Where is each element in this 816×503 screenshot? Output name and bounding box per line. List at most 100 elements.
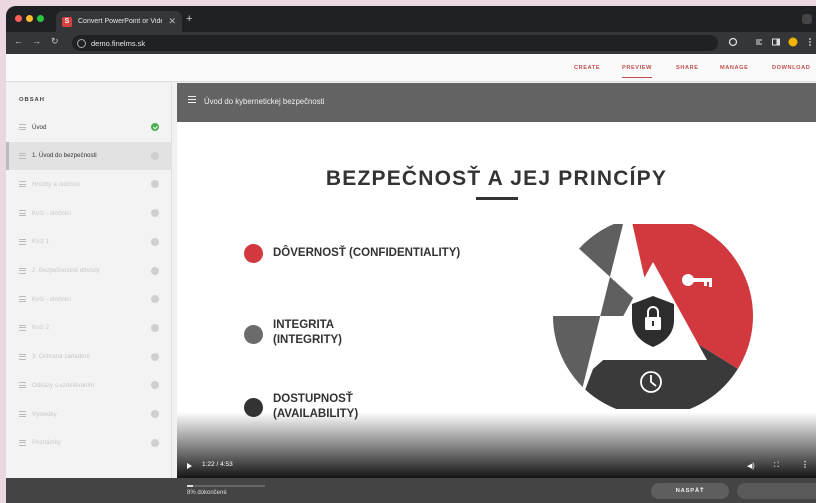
arrows-exchange-icon (572, 272, 598, 295)
lesson-content: Úvod do kybernetickej bezpečnosti BEZPEČ… (6, 83, 816, 503)
list-icon (19, 181, 26, 188)
menu-dots-icon[interactable] (805, 37, 815, 47)
integrity-bullet (244, 325, 263, 344)
next-button[interactable] (737, 483, 816, 499)
list-icon (19, 267, 26, 274)
cia-triad-diagram (553, 224, 753, 409)
lesson-header: Úvod do kybernetickej bezpečnosti (177, 83, 816, 122)
list-icon (19, 439, 26, 446)
volume-icon[interactable]: ◀) (747, 462, 755, 470)
zoom-window-button[interactable] (37, 15, 44, 22)
sidebar-item[interactable]: Kvíz 1 (6, 228, 172, 256)
status-dot-icon (151, 323, 159, 332)
integrity-label: INTEGRITA (INTEGRITY) (273, 319, 342, 346)
course-progress-bar (187, 485, 265, 487)
list-icon (19, 353, 26, 360)
url-text: demo.finelms.sk (91, 38, 146, 48)
sidebar-item-label: Kvíz 2 (32, 324, 50, 332)
back-button[interactable]: NASPÄŤ (651, 483, 729, 499)
slide-title: BEZPEČNOSŤ A JEJ PRINCÍPY (325, 167, 668, 190)
sidebar-item-label: Hrozby a útočníci (32, 180, 80, 188)
sidebar-item[interactable]: Výsledky (6, 400, 172, 428)
status-dot-icon (151, 352, 159, 361)
close-window-button[interactable] (15, 15, 22, 22)
nav-manage[interactable]: MANAGE (720, 65, 748, 71)
top-navigation: CREATE PREVIEW SHARE MANAGE DOWNLOAD (6, 54, 816, 82)
close-tab-icon[interactable]: ✕ (168, 16, 176, 27)
status-dot-icon (151, 438, 159, 447)
status-dot-icon (151, 180, 159, 189)
sidebar-item[interactable]: 2. Bezpečnostné dôvody (6, 257, 172, 285)
progress-label: 8% dokončené (187, 490, 227, 496)
title-underline (476, 197, 518, 200)
course-progress-fill (187, 485, 194, 487)
sidebar-item[interactable]: Kvíz 2 (6, 314, 172, 342)
footer-left-bar (6, 478, 177, 503)
side-panel-icon[interactable] (771, 37, 781, 47)
browser-tab[interactable]: S Convert PowerPoint or Video ✕ (56, 11, 182, 32)
sidebar-item[interactable]: 3. Ochrana zariadení (6, 343, 172, 371)
nav-create[interactable]: CREATE (574, 65, 600, 71)
status-dot-icon (151, 151, 159, 160)
tab-strip: S Convert PowerPoint or Video ✕ + (6, 6, 816, 32)
video-player[interactable]: BEZPEČNOSŤ A JEJ PRINCÍPY DÔVERNOSŤ (CON… (177, 122, 816, 478)
completed-check-icon (151, 123, 159, 131)
sidebar-item[interactable]: Úvod (6, 113, 172, 141)
status-dot-icon (151, 237, 159, 246)
sidebar-item-label: Kvíz - útočníci (32, 295, 71, 303)
sidebar-item-label: 1. Úvod do bezpečnosti (32, 152, 97, 160)
lesson-footer: 8% dokončené NASPÄŤ (177, 478, 816, 503)
status-dot-icon (151, 209, 159, 218)
profile-avatar-icon[interactable] (788, 37, 798, 47)
site-info-icon[interactable] (77, 38, 86, 48)
sidebar-item-label: Úvod (32, 123, 47, 131)
list-icon (19, 324, 26, 331)
status-dot-icon (151, 410, 159, 418)
sidebar-item-label: Kvíz - útočníci (32, 209, 71, 217)
list-icon (19, 296, 26, 303)
tab-title: Convert PowerPoint or Video (78, 18, 163, 25)
confidentiality-bullet (244, 244, 263, 263)
sidebar-item[interactable]: Kvíz - útočníci (6, 199, 172, 227)
sidebar-item[interactable]: Hrozby a útočníci (6, 170, 172, 198)
sidebar-item-label: Odkazy s vzdelávaním (32, 381, 95, 389)
sidebar-item-label: 3. Ochrana zariadení (32, 353, 90, 361)
nav-share[interactable]: SHARE (676, 65, 699, 71)
nav-preview[interactable]: PREVIEW (622, 65, 652, 78)
list-icon (19, 124, 26, 130)
more-options-icon[interactable]: ⋮ (801, 460, 809, 469)
sidebar-item-label: 2. Bezpečnostné dôvody (32, 267, 100, 274)
tab-search-button[interactable] (802, 14, 812, 24)
video-time: 1:22 / 4:53 (202, 461, 233, 468)
lesson-title: Úvod do kybernetickej bezpečnosti (204, 97, 325, 106)
menu-icon[interactable] (188, 96, 196, 103)
extension-icon[interactable] (728, 37, 738, 47)
sidebar-item[interactable]: Poznámky (6, 429, 172, 457)
play-icon[interactable] (187, 463, 192, 469)
sidebar-item-label: Kvíz 1 (32, 238, 50, 246)
nav-download[interactable]: DOWNLOAD (772, 65, 810, 71)
reload-icon[interactable]: ↻ (51, 36, 59, 47)
media-icon[interactable] (755, 37, 765, 47)
outline-heading: OBSAH (19, 97, 45, 103)
list-icon (19, 382, 26, 389)
back-arrow-icon[interactable]: ← (14, 36, 23, 46)
sidebar-item[interactable]: Kvíz - útočníci (6, 285, 172, 313)
list-icon (19, 411, 26, 417)
sidebar-item[interactable]: 1. Úvod do bezpečnosti (6, 141, 172, 170)
address-bar-row: ← → ↻ demo.finelms.sk (6, 32, 816, 54)
status-dot-icon (151, 295, 159, 304)
list-icon (19, 152, 26, 159)
list-icon (19, 238, 26, 245)
sidebar-item[interactable]: Odkazy s vzdelávaním (6, 371, 172, 399)
web-page: CREATE PREVIEW SHARE MANAGE DOWNLOAD OBS… (6, 54, 816, 503)
fullscreen-icon[interactable]: ⛶ (774, 462, 779, 470)
new-tab-button[interactable]: + (186, 14, 192, 25)
minimize-window-button[interactable] (26, 15, 33, 22)
sidebar-item-label: Výsledky (32, 410, 57, 418)
browser-window: S Convert PowerPoint or Video ✕ + ← → ↻ … (6, 6, 816, 503)
favicon-icon: S (62, 16, 72, 27)
status-dot-icon (151, 381, 159, 390)
forward-arrow-icon[interactable]: → (32, 36, 41, 46)
url-input[interactable]: demo.finelms.sk (72, 35, 718, 51)
